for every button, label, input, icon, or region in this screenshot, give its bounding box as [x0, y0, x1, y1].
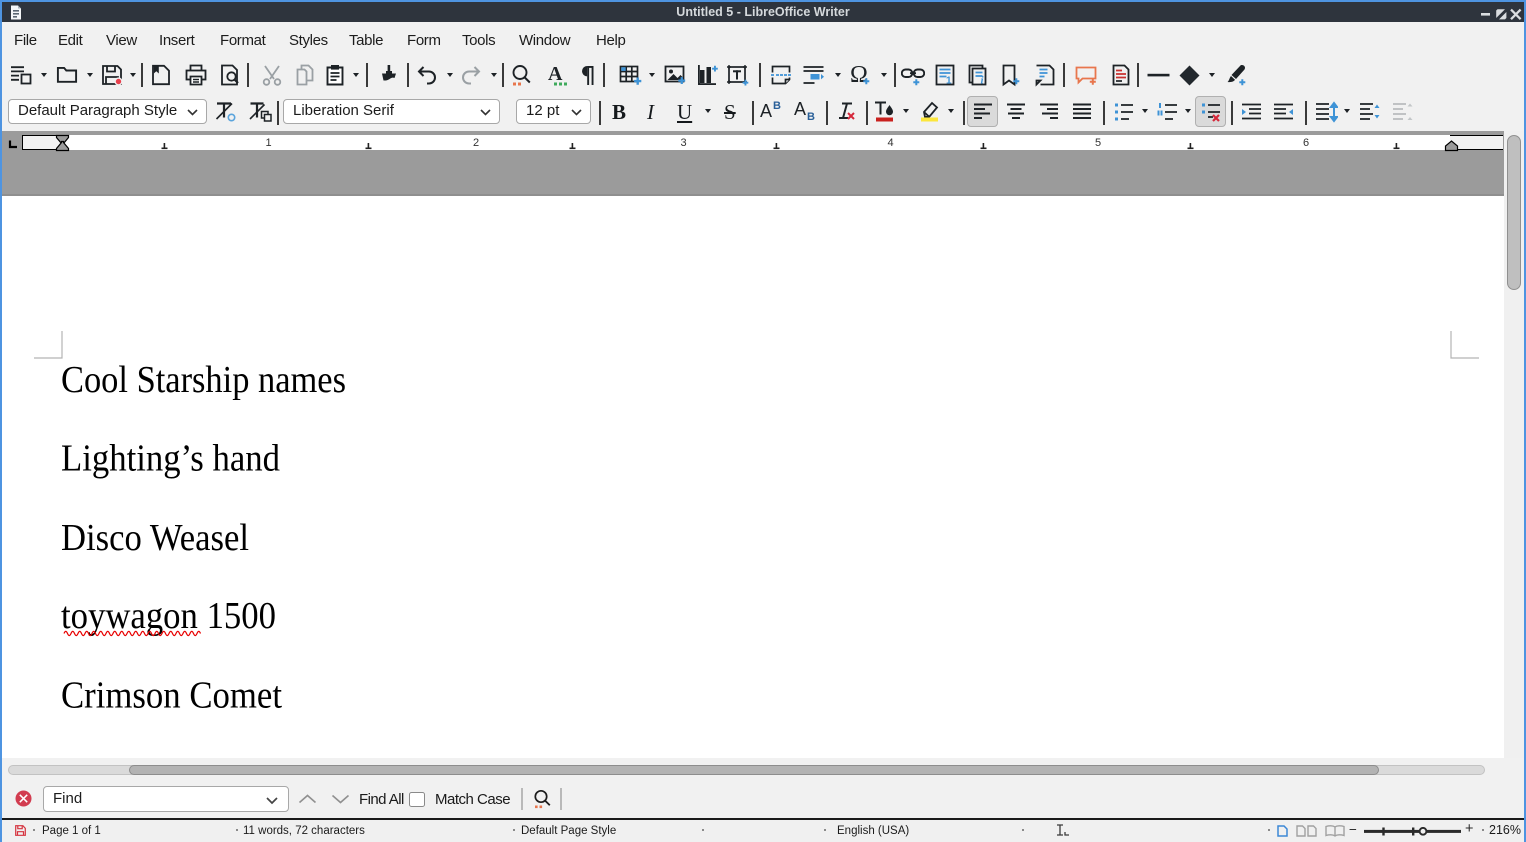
svg-text:5: 5 — [1095, 137, 1101, 149]
svg-text:3: 3 — [680, 137, 686, 149]
svg-text:2: 2 — [473, 137, 479, 149]
svg-text:1: 1 — [265, 137, 271, 149]
svg-text:6: 6 — [1303, 137, 1309, 149]
svg-text:4: 4 — [887, 137, 893, 149]
